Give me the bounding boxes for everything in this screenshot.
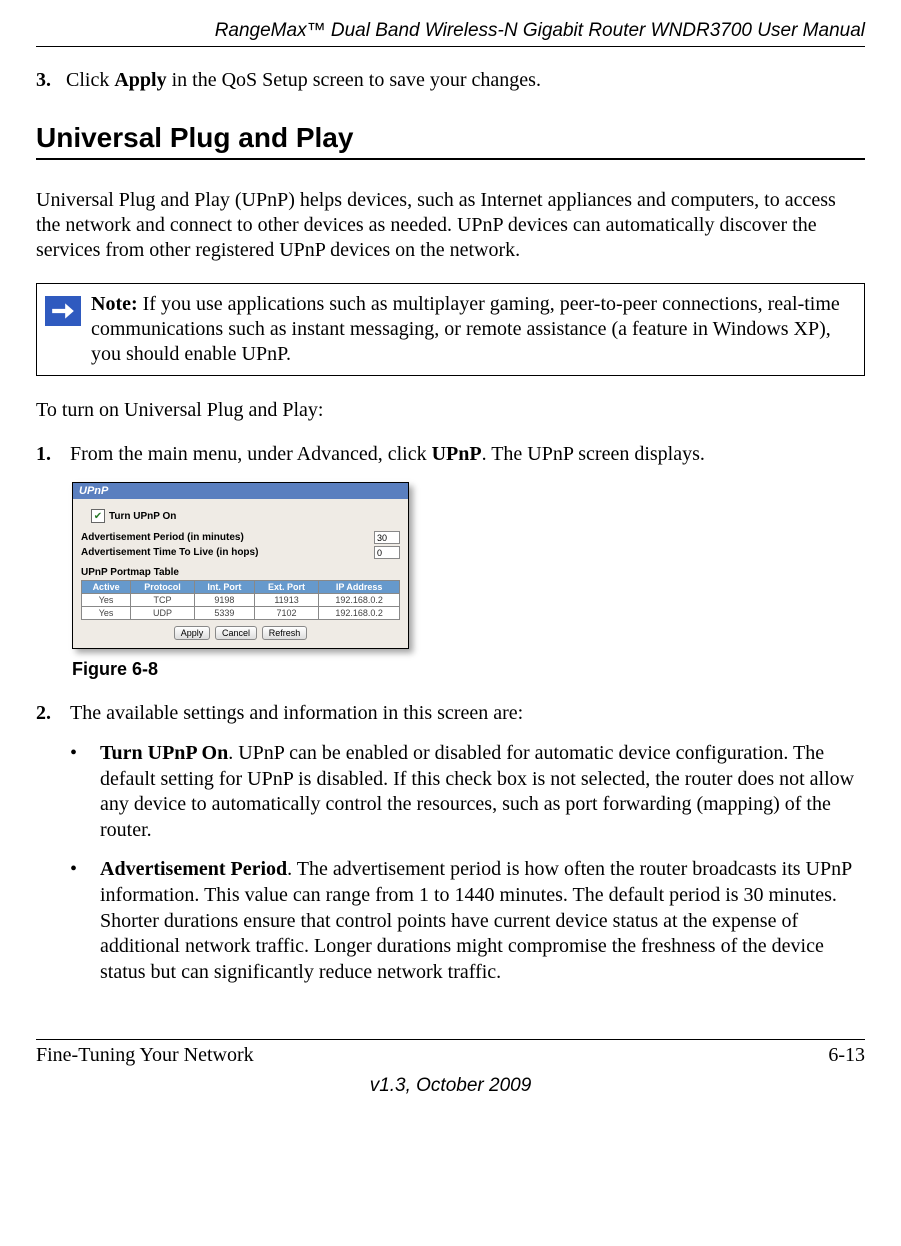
th-active: Active — [82, 581, 131, 594]
bullet-dot-icon: • — [70, 857, 100, 985]
header-rule — [36, 46, 865, 47]
turn-upnp-on-checkbox[interactable]: ✔ — [91, 509, 105, 523]
section-rule — [36, 158, 865, 160]
upnp-panel: UPnP ✔ Turn UPnP On Advertisement Period… — [72, 482, 409, 649]
note-box: Note: If you use applications such as mu… — [36, 283, 865, 376]
th-protocol: Protocol — [131, 581, 195, 594]
section-heading-upnp: Universal Plug and Play — [36, 122, 865, 154]
step-2: 2. The available settings and informatio… — [36, 702, 865, 725]
bullet-2-bold: Advertisement Period — [100, 858, 287, 880]
step-1-post: . The UPnP screen displays. — [482, 443, 705, 465]
bullet-turn-upnp-on: • Turn UPnP On. UPnP can be enabled or d… — [70, 741, 865, 843]
bullet-1-bold: Turn UPnP On — [100, 742, 228, 764]
step-1-bold: UPnP — [432, 443, 482, 465]
step-3-text-pre: Click — [66, 69, 114, 91]
step-3-bold: Apply — [114, 69, 166, 91]
note-text: Note: If you use applications such as mu… — [91, 292, 854, 367]
th-extport: Ext. Port — [254, 581, 319, 594]
adv-ttl-input[interactable]: 0 — [374, 546, 400, 559]
adv-period-input[interactable]: 30 — [374, 531, 400, 544]
step-3-text-post: in the QoS Setup screen to save your cha… — [167, 69, 541, 91]
footer-right: 6-13 — [828, 1044, 865, 1067]
table-row: Yes UDP 5339 7102 192.168.0.2 — [82, 607, 400, 620]
refresh-button[interactable]: Refresh — [262, 626, 308, 640]
step-1-number: 1. — [36, 443, 70, 466]
portmap-table: Active Protocol Int. Port Ext. Port IP A… — [81, 580, 400, 620]
bullet-dot-icon: • — [70, 741, 100, 843]
figure-caption: Figure 6-8 — [72, 659, 865, 680]
portmap-title: UPnP Portmap Table — [81, 567, 400, 578]
th-ip: IP Address — [319, 581, 400, 594]
note-arrow-icon — [45, 296, 81, 326]
note-label: Note: — [91, 293, 138, 315]
step-3: 3. Click Apply in the QoS Setup screen t… — [36, 69, 865, 92]
step-2-number: 2. — [36, 702, 70, 725]
table-row: Yes TCP 9198 11913 192.168.0.2 — [82, 594, 400, 607]
step-2-text: The available settings and information i… — [70, 702, 523, 725]
doc-header-title: RangeMax™ Dual Band Wireless-N Gigabit R… — [36, 20, 865, 42]
footer-version: v1.3, October 2009 — [0, 1075, 901, 1115]
adv-ttl-label: Advertisement Time To Live (in hops) — [81, 547, 374, 558]
th-intport: Int. Port — [194, 581, 254, 594]
cancel-button[interactable]: Cancel — [215, 626, 257, 640]
step-1: 1. From the main menu, under Advanced, c… — [36, 443, 865, 466]
bullet-adv-period: • Advertisement Period. The advertisemen… — [70, 857, 865, 985]
note-body: If you use applications such as multipla… — [91, 293, 840, 365]
step-3-number: 3. — [36, 69, 51, 91]
apply-button[interactable]: Apply — [174, 626, 211, 640]
intro-paragraph: Universal Plug and Play (UPnP) helps dev… — [36, 188, 865, 263]
step-1-pre: From the main menu, under Advanced, clic… — [70, 443, 432, 465]
footer-left: Fine-Tuning Your Network — [36, 1044, 254, 1067]
upnp-panel-title: UPnP — [73, 483, 408, 499]
turn-upnp-on-label: Turn UPnP On — [109, 511, 176, 522]
adv-period-label: Advertisement Period (in minutes) — [81, 532, 374, 543]
turn-on-lead: To turn on Universal Plug and Play: — [36, 398, 865, 423]
